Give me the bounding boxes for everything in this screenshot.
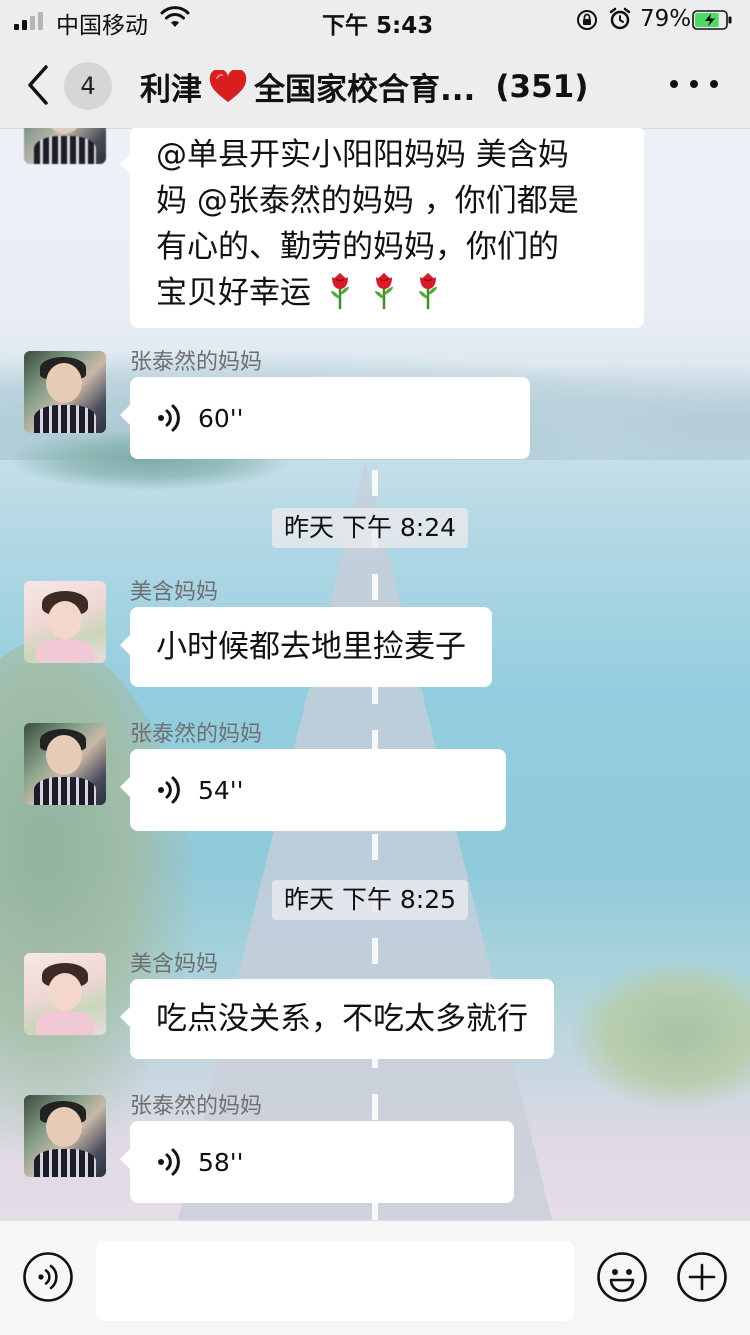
voice-duration: 54'' [198, 775, 244, 805]
signal-bar [14, 24, 19, 30]
signal-bar [38, 12, 43, 30]
voice-message[interactable]: 58'' [120, 1121, 514, 1203]
chat-title: 利津 全国家校合育... (351) [140, 64, 588, 109]
signal-bar [22, 20, 27, 30]
more-options-button[interactable] [670, 74, 718, 94]
sender-name: 美含妈妈 [130, 580, 219, 605]
avatar-face [46, 363, 82, 403]
chevron-left-icon [28, 65, 48, 105]
rose-emoji-icon [418, 273, 437, 309]
timestamp: 昨天 下午 8:24 [272, 508, 469, 548]
avatar-face [48, 973, 82, 1011]
voice-duration: 58'' [198, 1147, 244, 1177]
heart-icon [209, 69, 247, 102]
avatar[interactable] [24, 953, 106, 1035]
signal-strength-icon [14, 12, 43, 30]
sender-name: 美含妈妈 [130, 952, 219, 977]
sender-name: 张泰然的妈妈 [130, 1094, 263, 1119]
avatar[interactable] [24, 723, 106, 805]
message-line: 宝贝好幸运 [156, 275, 311, 311]
avatar-dress [34, 405, 96, 433]
wifi-icon [160, 6, 190, 27]
sender-name: 张泰然的妈妈 [130, 722, 263, 747]
message-input[interactable] [96, 1241, 574, 1321]
avatar[interactable] [24, 1095, 106, 1177]
avatar-dress [34, 1149, 96, 1177]
avatar-dress [34, 136, 96, 164]
chat-title-prefix: 利津 [140, 72, 202, 108]
status-time: 下午 5:43 [322, 13, 434, 39]
message-bubble[interactable]: 吃点没关系，不吃太多就行 [120, 979, 554, 1059]
voice-message[interactable]: 60'' [120, 377, 530, 459]
avatar-face [46, 1107, 82, 1147]
emoji-icon[interactable] [596, 1251, 648, 1303]
member-count: (351) [495, 68, 589, 105]
avatar-face [46, 128, 82, 134]
input-bar [0, 1220, 750, 1335]
message-line-last: 宝贝好幸运 [156, 270, 618, 316]
avatar[interactable] [24, 351, 106, 433]
back-button[interactable]: 4 [20, 60, 120, 110]
voice-wave-icon [158, 404, 180, 432]
sender-name: 张泰然的妈妈 [130, 350, 263, 375]
avatar-dress [34, 777, 96, 805]
avatar-shirt [36, 639, 94, 663]
message-bubble[interactable]: @单县开实小阳阳妈妈 美含妈 妈 @张泰然的妈妈 ，你们都是 有心的、勤劳的妈妈… [120, 128, 644, 328]
rotation-lock-icon [577, 10, 597, 30]
avatar-face [46, 735, 82, 775]
avatar[interactable] [24, 581, 106, 663]
chat-title-name: 全国家校合育... [254, 72, 476, 108]
more-dot [710, 80, 718, 88]
message-line: 有心的、勤劳的妈妈，你们的 [156, 229, 559, 265]
more-dot [670, 80, 678, 88]
avatar-face [48, 601, 82, 639]
status-bar: 中国移动 下午 5:43 79% [0, 0, 750, 40]
message-line: @单县开实小阳阳妈妈 美含妈 [156, 137, 569, 173]
plus-icon[interactable] [676, 1251, 728, 1303]
message-bubble[interactable]: 小时候都去地里捡麦子 [120, 607, 492, 687]
rose-emoji-icon [374, 273, 393, 309]
voice-wave-icon [158, 776, 180, 804]
chat-header: 4 利津 全国家校合育... (351) [0, 40, 750, 129]
signal-bar [30, 16, 35, 30]
rose-emoji-icon [330, 273, 349, 309]
message-line: 妈 @张泰然的妈妈 ，你们都是 [156, 183, 579, 219]
voice-wave-icon [158, 1148, 180, 1176]
voice-duration: 60'' [198, 403, 244, 433]
unread-count-badge: 4 [64, 62, 112, 110]
battery-charging-icon [692, 10, 732, 30]
battery-percentage: 79% [640, 6, 692, 32]
carrier-name: 中国移动 [56, 13, 148, 39]
more-dot [690, 80, 698, 88]
alarm-icon [609, 7, 631, 30]
avatar-shirt [36, 1011, 94, 1035]
voice-message[interactable]: 54'' [120, 749, 506, 831]
timestamp: 昨天 下午 8:25 [272, 880, 469, 920]
message-list[interactable]: @单县开实小阳阳妈妈 美含妈 妈 @张泰然的妈妈 ，你们都是 有心的、勤劳的妈妈… [0, 128, 750, 1220]
avatar[interactable] [24, 128, 106, 164]
voice-mode-icon[interactable] [22, 1251, 74, 1303]
